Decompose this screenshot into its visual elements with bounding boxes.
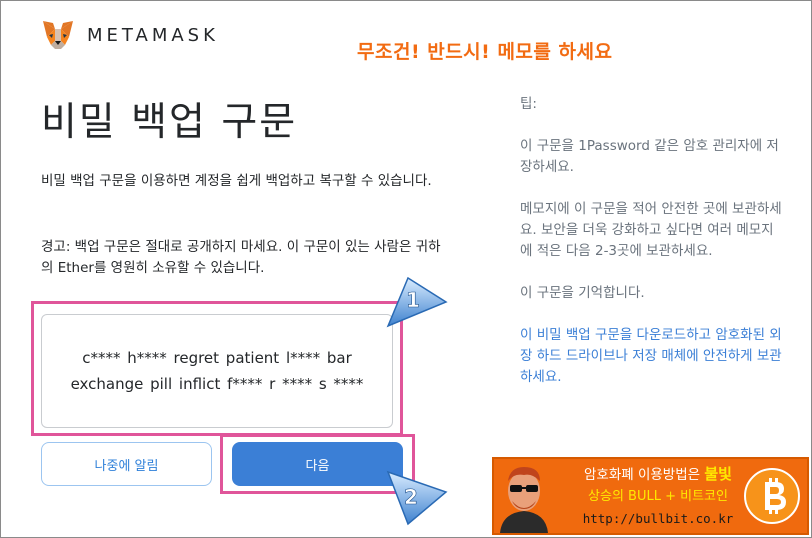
memo-annotation: 무조건! 반드시! 메모를 하세요: [357, 41, 613, 63]
ad-url[interactable]: http://bullbit.co.kr: [538, 508, 778, 530]
ad-text-block: 암호화폐 이용방법은 불빛 상승의 BULL + 비트코인 http://bul…: [538, 463, 778, 530]
metamask-fox-icon: [43, 21, 73, 49]
step-1-number: 1: [406, 288, 420, 312]
ad-line-2: 상승의 BULL + 비트코인: [588, 489, 728, 504]
tips-heading: 팁:: [520, 96, 537, 112]
intro-text: 비밀 백업 구문을 이용하면 계정을 쉽게 백업하고 복구할 수 있습니다.: [41, 173, 432, 189]
step-2-number: 2: [404, 485, 418, 509]
page-title: 비밀 백업 구문: [41, 100, 298, 145]
next-button[interactable]: 다음: [232, 442, 403, 486]
tips-panel: 팁: 이 구문을 1Password 같은 암호 관리자에 저장하세요. 메모지…: [520, 94, 785, 409]
bullbit-ad-banner[interactable]: 암호화폐 이용방법은 불빛 상승의 BULL + 비트코인 http://bul…: [492, 457, 809, 535]
metamask-logo: METAMASK: [41, 19, 219, 51]
bitcoin-icon: [744, 468, 800, 524]
ad-line-1-prefix: 암호화폐 이용방법은: [584, 467, 705, 483]
remind-later-button[interactable]: 나중에 알림: [41, 442, 212, 486]
tip-paper-backup: 메모지에 이 구문을 적어 안전한 곳에 보관하세요. 보안을 더욱 강화하고 …: [520, 201, 782, 259]
brand-name: METAMASK: [87, 24, 219, 46]
seed-phrase-box[interactable]: c**** h**** regret patient l**** bar exc…: [41, 314, 393, 428]
ad-line-1-accent: 불빛: [704, 465, 732, 483]
seed-phrase-text: c**** h**** regret patient l**** bar exc…: [70, 349, 364, 393]
step-1-callout: 1: [386, 276, 448, 328]
tip-password-manager: 이 구문을 1Password 같은 암호 관리자에 저장하세요.: [520, 138, 779, 175]
download-phrase-link[interactable]: 이 비밀 백업 구문을 다운로드하고 암호화된 외장 하드 드라이브나 저장 매…: [520, 325, 785, 388]
warning-text: 경고: 백업 구문은 절대로 공개하지 마세요. 이 구문이 있는 사람은 귀하…: [41, 239, 441, 276]
tip-memorize: 이 구문을 기억합니다.: [520, 285, 645, 301]
step-2-callout: 2: [386, 470, 448, 526]
ad-line-1: 암호화폐 이용방법은 불빛: [538, 463, 778, 486]
